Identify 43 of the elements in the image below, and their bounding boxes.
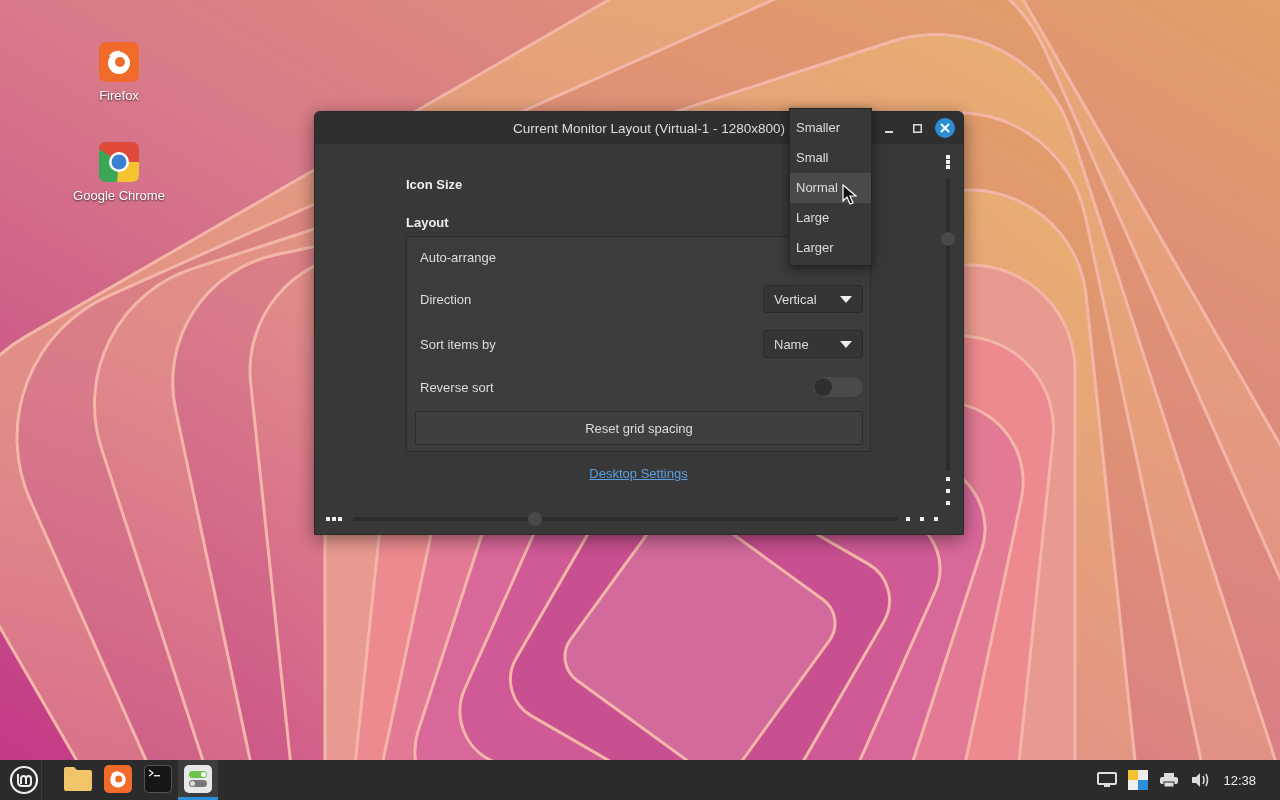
row-label: Auto-arrange bbox=[420, 249, 496, 265]
settings-link[interactable]: Desktop Settings bbox=[589, 466, 688, 481]
firefox-icon[interactable] bbox=[104, 764, 132, 793]
logo-icon bbox=[8, 765, 39, 795]
menu-item[interactable]: Large bbox=[790, 203, 871, 233]
menu-item[interactable]: Smaller bbox=[790, 113, 871, 143]
firefox-icon bbox=[99, 42, 139, 82]
resize-handle-icon[interactable] bbox=[946, 477, 950, 505]
toggles-icon bbox=[184, 764, 212, 793]
chrome-icon bbox=[99, 142, 139, 182]
folder-icon bbox=[63, 765, 93, 792]
minimize-icon bbox=[885, 130, 893, 133]
menu-item[interactable]: Larger bbox=[790, 233, 871, 263]
close-button[interactable] bbox=[935, 118, 955, 138]
scroll-thumb[interactable] bbox=[941, 232, 955, 246]
resize-handle-icon[interactable] bbox=[326, 517, 342, 521]
menu-item[interactable]: Normal bbox=[790, 173, 871, 203]
menu-item[interactable]: Small bbox=[790, 143, 871, 173]
section-heading: Icon Size bbox=[406, 176, 463, 194]
reset-button[interactable]: Reset grid spacing bbox=[415, 411, 863, 445]
dropdown[interactable]: Name bbox=[763, 330, 863, 358]
row-label: Sort items by bbox=[420, 336, 496, 352]
color-squares-icon bbox=[1127, 770, 1148, 790]
clock[interactable]: 12:38 bbox=[1223, 772, 1256, 788]
scroll-thumb[interactable] bbox=[528, 512, 542, 526]
section-heading: Layout bbox=[406, 214, 449, 232]
window-title: Current Monitor Layout (Virtual-1 - 1280x800) bbox=[512, 120, 786, 136]
terminal-icon bbox=[144, 764, 172, 793]
volume-icon bbox=[1190, 772, 1209, 788]
resize-handle-icon[interactable] bbox=[906, 517, 938, 521]
display-icon bbox=[1096, 772, 1117, 788]
dropdown[interactable]: Vertical bbox=[763, 285, 863, 313]
more-icon[interactable] bbox=[946, 155, 950, 169]
maximize-icon bbox=[912, 123, 922, 133]
caret-icon bbox=[840, 340, 852, 348]
close-icon bbox=[940, 123, 950, 133]
toggle-switch[interactable] bbox=[813, 377, 863, 397]
caret-icon bbox=[840, 295, 852, 303]
printer-icon bbox=[1159, 773, 1178, 787]
taskbar-launcher[interactable] bbox=[178, 760, 218, 800]
row-label: Direction bbox=[420, 291, 472, 307]
row-label: Reverse sort bbox=[420, 379, 494, 395]
cursor-icon bbox=[842, 184, 858, 206]
